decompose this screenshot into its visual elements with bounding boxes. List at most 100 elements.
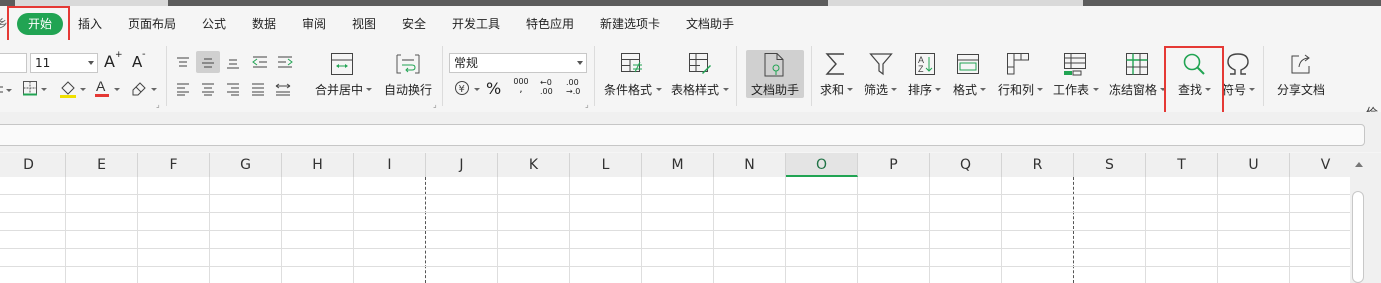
menu-tab-data[interactable]: 数据: [252, 16, 276, 32]
column-header-u[interactable]: U: [1218, 153, 1290, 177]
column-header-p[interactable]: P: [858, 153, 930, 177]
sort-icon[interactable]: AZ: [914, 52, 936, 80]
wrap-text-icon[interactable]: [395, 52, 421, 80]
menu-tab-review[interactable]: 审阅: [302, 16, 326, 32]
sum-icon[interactable]: [824, 51, 848, 81]
sum-label[interactable]: 求和: [820, 82, 844, 98]
column-header-s[interactable]: S: [1074, 153, 1146, 177]
cell-grid[interactable]: [0, 177, 1350, 283]
font-name-combo[interactable]: [0, 53, 27, 73]
formula-input[interactable]: [0, 124, 1365, 146]
align-right-icon[interactable]: [226, 81, 240, 100]
column-header-g[interactable]: G: [210, 153, 282, 177]
number-dialog-launcher-icon[interactable]: ⌟: [585, 100, 589, 109]
column-header-f[interactable]: F: [138, 153, 210, 177]
increase-decimal-icon[interactable]: ←0.00: [540, 78, 558, 96]
currency-icon[interactable]: ¥: [454, 80, 470, 100]
sort-label[interactable]: 排序: [908, 82, 932, 98]
align-bottom-icon[interactable]: [226, 55, 240, 74]
clear-format-dropdown-icon[interactable]: [151, 88, 157, 91]
column-header-h[interactable]: H: [282, 153, 354, 177]
freeze-panes-label[interactable]: 冻结窗格: [1109, 82, 1157, 98]
align-top-icon[interactable]: [176, 55, 190, 74]
decrease-decimal-icon[interactable]: .00 →.0: [566, 78, 584, 96]
column-header-k[interactable]: K: [498, 153, 570, 177]
font-dialog-launcher-icon[interactable]: ⌟: [156, 100, 160, 109]
merge-center-icon[interactable]: [330, 52, 354, 80]
filter-label[interactable]: 筛选: [864, 82, 888, 98]
menu-tab-page-layout[interactable]: 页面布局: [128, 16, 176, 32]
column-header-q[interactable]: Q: [930, 153, 1002, 177]
scroll-up-icon[interactable]: [1355, 162, 1363, 167]
format-label[interactable]: 格式: [953, 82, 977, 98]
conditional-format-dropdown-icon[interactable]: [656, 88, 662, 91]
freeze-panes-icon[interactable]: [1125, 52, 1149, 80]
table-style-dropdown-icon[interactable]: [723, 88, 729, 91]
underline-icon[interactable]: [0, 82, 6, 94]
row-column-dropdown-icon[interactable]: [1037, 88, 1043, 91]
wrap-text-label[interactable]: 自动换行: [384, 82, 432, 98]
increase-indent-icon[interactable]: [277, 54, 293, 73]
column-header-i[interactable]: I: [354, 153, 426, 177]
border-icon[interactable]: [22, 80, 38, 100]
table-style-label[interactable]: 表格样式: [671, 82, 719, 98]
doc-assistant-icon[interactable]: [762, 52, 786, 82]
row-column-label[interactable]: 行和列: [998, 82, 1034, 98]
row-column-icon[interactable]: [1006, 52, 1030, 80]
doc-assistant-label[interactable]: 文档助手: [751, 82, 799, 98]
align-middle-icon[interactable]: [201, 55, 215, 74]
conditional-format-label[interactable]: 条件格式: [604, 82, 652, 98]
symbol-dropdown-icon[interactable]: [1249, 88, 1255, 91]
column-header-o-active[interactable]: O: [786, 153, 858, 177]
clear-format-icon[interactable]: [130, 80, 148, 100]
worksheet-label[interactable]: 工作表: [1053, 82, 1089, 98]
conditional-format-icon[interactable]: [620, 52, 644, 80]
symbol-label[interactable]: 符号: [1222, 82, 1246, 98]
table-style-icon[interactable]: [688, 52, 712, 80]
filter-icon[interactable]: [869, 52, 893, 80]
currency-dropdown-icon[interactable]: [474, 88, 480, 91]
scrollbar-thumb[interactable]: [1352, 191, 1364, 283]
omega-symbol-icon[interactable]: [1225, 52, 1251, 80]
menu-tab-new-tab[interactable]: 新建选项卡: [600, 16, 660, 32]
menu-tab-doc-assistant[interactable]: 文档助手: [686, 16, 734, 32]
menu-tab-insert[interactable]: 插入: [78, 16, 102, 32]
font-color-dropdown-icon[interactable]: [114, 88, 120, 91]
thousands-separator-icon[interactable]: 000,: [513, 78, 529, 95]
column-header-r[interactable]: R: [1002, 153, 1074, 177]
underline-dropdown-icon[interactable]: [6, 89, 12, 92]
distribute-icon[interactable]: [275, 81, 291, 100]
share-label[interactable]: 分享文档: [1277, 82, 1325, 98]
column-header-d[interactable]: D: [0, 153, 66, 177]
font-size-combo[interactable]: 11: [30, 53, 98, 73]
menu-tab-formula[interactable]: 公式: [202, 16, 226, 32]
decrease-indent-icon[interactable]: [252, 54, 268, 73]
column-header-n[interactable]: N: [714, 153, 786, 177]
menu-tab-developer[interactable]: 开发工具: [452, 16, 500, 32]
align-left-icon[interactable]: [176, 81, 190, 100]
menu-tab-view[interactable]: 视图: [352, 16, 376, 32]
column-header-l[interactable]: L: [570, 153, 642, 177]
fill-color-icon[interactable]: [58, 79, 78, 103]
align-center-icon[interactable]: [201, 81, 215, 100]
fill-color-dropdown-icon[interactable]: [80, 88, 86, 91]
merge-center-label[interactable]: 合并居中: [315, 82, 363, 98]
worksheet-dropdown-icon[interactable]: [1093, 88, 1099, 91]
column-header-m[interactable]: M: [642, 153, 714, 177]
column-header-e[interactable]: E: [66, 153, 138, 177]
filter-dropdown-icon[interactable]: [891, 88, 897, 91]
percent-button[interactable]: %: [486, 79, 501, 99]
align-dialog-launcher-icon[interactable]: ⌟: [433, 100, 437, 109]
menu-tab-security[interactable]: 安全: [402, 16, 426, 32]
column-header-t[interactable]: T: [1146, 153, 1218, 177]
format-icon[interactable]: [956, 53, 980, 79]
justify-icon[interactable]: [251, 81, 265, 100]
worksheet-icon[interactable]: [1063, 52, 1087, 80]
number-format-combo[interactable]: 常规: [449, 53, 587, 73]
sum-dropdown-icon[interactable]: [847, 88, 853, 91]
menu-tab-features[interactable]: 特色应用: [526, 16, 574, 32]
font-shrink-icon[interactable]: A-: [132, 49, 146, 72]
font-color-icon[interactable]: A: [94, 78, 110, 102]
merge-center-dropdown-icon[interactable]: [366, 88, 372, 91]
format-dropdown-icon[interactable]: [980, 88, 986, 91]
